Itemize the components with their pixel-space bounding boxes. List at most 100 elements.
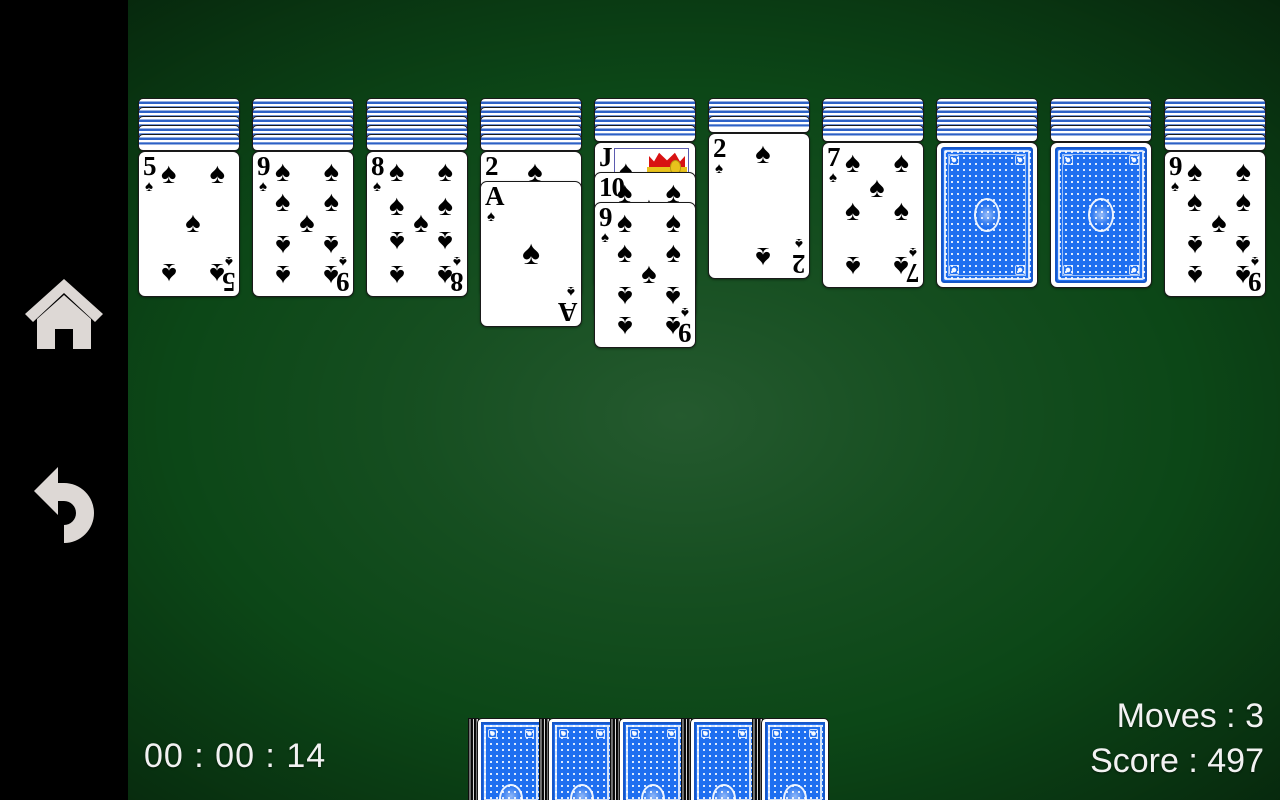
facedown-card [252,134,354,151]
card-pip: ♠ [185,207,201,239]
facedown-card [1164,134,1266,151]
card-pip-layout: ♠♠ [731,137,795,273]
score-panel: Moves : 3 Score : 497 [1090,694,1264,784]
card-back-corner-ornament [809,729,818,738]
card-pip-layout: ♠ ♠ ♠ ♠ ♠ ♠ ♠ [844,146,910,283]
card-rank-bottom: 8 [450,267,464,297]
card-pip: ♠ [388,259,405,292]
card-suit-top: ♠ [145,178,153,195]
card-suit-top: ♠ [829,169,837,186]
card-pip: ♠ [616,206,633,239]
card-back-corner-ornament [701,729,710,738]
stock-deal-group[interactable] [681,718,758,800]
card-back-corner-ornament [1063,265,1073,275]
card-pip: ♠ [1211,207,1227,239]
card-pip: ♠ [388,189,405,222]
card-back-corner-ornament [1129,265,1139,275]
card-pip: ♠ [844,195,861,228]
facedown-card [366,134,468,151]
card-back-corner-ornament [1015,155,1025,165]
card-pip: ♠ [616,236,633,269]
undo-button[interactable] [0,450,128,562]
card-back-corner-ornament [1063,155,1073,165]
card-pip: ♠ [437,189,454,222]
card-pip: ♠ [274,185,291,218]
card-pip: ♠ [844,146,861,179]
card-8-spades[interactable]: 8 ♠ ♠ ♠ ♠ ♠ ♠ ♠ ♠ ♠ ♠ ♠ 8 [366,151,468,297]
facedown-top-card[interactable] [936,142,1038,288]
card-pip: ♠ [209,158,226,191]
card-9-spades[interactable]: 9 ♠ ♠ ♠ ♠ ♠ ♠ ♠ ♠ ♠ ♠ ♠ 9 [594,202,696,348]
card-pip: ♠ [665,206,682,239]
stock-card-back[interactable] [761,718,829,800]
card-pip: ♠ [274,229,291,262]
stock-card-back[interactable] [548,718,616,800]
stock-deal-group[interactable] [752,718,829,800]
card-pip: ♠ [844,250,861,283]
card-center-pip: ♠ [521,234,541,272]
card-pip: ♠ [616,280,633,313]
game-screen: 5♠♠♠♠♠♠♠59♠♠♠♠♠♠♠♠♠♠♠98♠♠♠♠♠♠♠♠♠♠♠82♠♠♠A… [0,0,1280,800]
card-pip-layout: ♠ ♠ ♠ ♠ ♠ ♠ ♠ ♠ ♠ [274,155,340,292]
card-7-spades[interactable]: 7 ♠ ♠ ♠ ♠ ♠ ♠ ♠ ♠ ♠ 7 [822,142,924,288]
card-rank-bottom: 7 [906,258,920,288]
card-9-spades[interactable]: 9 ♠ ♠ ♠ ♠ ♠ ♠ ♠ ♠ ♠ ♠ ♠ 9 [1164,151,1266,297]
moves-value: 3 [1245,697,1264,735]
card-pip: ♠ [616,310,633,343]
card-pip: ♠ [665,236,682,269]
card-pip: ♠ [388,225,405,258]
facedown-top-card[interactable] [1050,142,1152,288]
home-button[interactable] [0,258,128,370]
card-rank-top: 2 [485,151,498,181]
card-back-corner-ornament [949,265,959,275]
card-back-corner-ornament [1015,265,1025,275]
card-suit-top: ♠ [259,178,267,195]
card-suit-top: ♠ [373,178,381,195]
card-pip: ♠ [1235,185,1252,218]
card-2-spades[interactable]: 2 ♠ ♠ ♠ ♠ 2 [708,133,810,279]
card-back-medallion [974,198,1000,232]
card-back-medallion [1088,198,1114,232]
card-rank-bottom: 5 [222,267,236,297]
card-rank-top: 7 [827,142,840,172]
stock-deal-group[interactable] [539,718,616,800]
stock-card-back[interactable] [619,718,687,800]
card-back-corner-ornament [738,729,747,738]
card-pip-layout: ♠ ♠ ♠ ♠ ♠ [161,158,225,290]
card-rank-bottom: 2 [792,249,806,279]
card-pip: ♠ [274,259,291,292]
card-rank-bottom: A [558,297,578,327]
card-rank-top: J [599,142,612,172]
card-pip: ♠ [893,195,910,228]
card-suit-top: ♠ [715,160,723,177]
card-back-corner-ornament [559,729,568,738]
card-pip: ♠ [1186,185,1203,218]
score-row: Score : 497 [1090,739,1264,784]
card-suit-top: ♠ [487,208,495,225]
undo-arrow-icon [20,465,108,547]
card-back-corner-ornament [488,729,497,738]
stock-card-back[interactable] [690,718,758,800]
card-pip: ♠ [413,207,429,239]
card-rank-bottom: 9 [336,267,350,297]
card-5-spades[interactable]: 5 ♠ ♠ ♠ ♠ ♠ ♠ ♠ 5 [138,151,240,297]
card-pip: ♠ [160,256,177,289]
card-back-corner-ornament [525,729,534,738]
card-pip: ♠ [1235,155,1252,188]
facedown-card [138,134,240,151]
card-pip: ♠ [274,155,291,188]
card-A-spades[interactable]: A ♠ ♠ ♠ A [480,181,582,327]
stock-deal-group[interactable] [468,718,545,800]
card-pip: ♠ [323,185,340,218]
card-9-spades[interactable]: 9 ♠ ♠ ♠ ♠ ♠ ♠ ♠ ♠ ♠ ♠ ♠ 9 [252,151,354,297]
home-icon [21,275,107,353]
facedown-card [822,125,924,142]
card-back-corner-ornament [630,729,639,738]
stock-card-back[interactable] [477,718,545,800]
card-rank-bottom: 9 [678,318,692,348]
card-pip: ♠ [755,137,771,170]
facedown-card [480,134,582,151]
stock-deal-group[interactable] [610,718,687,800]
card-rank-top: 8 [371,151,384,181]
score-label: Score : [1090,742,1208,780]
